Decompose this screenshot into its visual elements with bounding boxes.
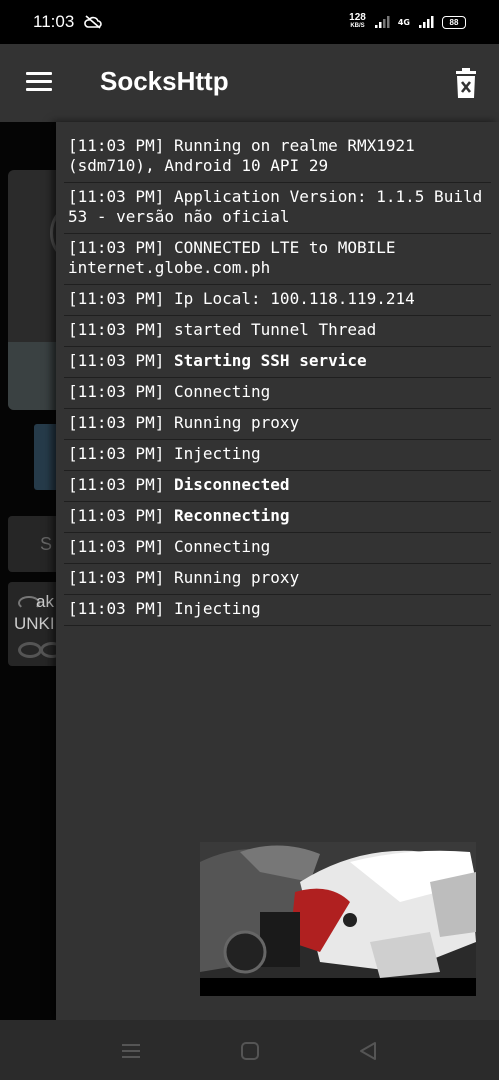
log-timestamp: [11:03 PM] (68, 568, 165, 587)
log-entry: [11:03 PM] Application Version: 1.1.5 Bu… (64, 183, 491, 234)
log-entry: [11:03 PM] Ip Local: 100.118.119.214 (64, 285, 491, 316)
recent-apps-icon[interactable] (120, 1040, 142, 1062)
background-text-2: UNKI (14, 614, 55, 633)
hamburger-menu-icon[interactable] (26, 72, 52, 92)
log-timestamp: [11:03 PM] (68, 238, 165, 257)
status-bar: 11:03 128 KB/S 4G 88 (0, 0, 499, 44)
log-timestamp: [11:03 PM] (68, 444, 165, 463)
log-timestamp: [11:03 PM] (68, 351, 165, 370)
status-time: 11:03 (33, 12, 75, 31)
network-speed: 128 KB/S (349, 12, 366, 30)
log-message: Connecting (173, 382, 271, 401)
log-message: Reconnecting (173, 506, 290, 525)
log-entry: [11:03 PM] Injecting (64, 595, 491, 626)
log-entry: [11:03 PM] CONNECTED LTE to MOBILE inter… (64, 234, 491, 285)
log-timestamp: [11:03 PM] (68, 382, 165, 401)
signal-2-icon (419, 16, 434, 28)
log-entry: [11:03 PM] started Tunnel Thread (64, 316, 491, 347)
log-message: Running proxy (173, 568, 300, 587)
log-timestamp: [11:03 PM] (68, 599, 165, 618)
log-message: started Tunnel Thread (173, 320, 377, 339)
background-text-1: ak (36, 592, 54, 611)
log-timestamp: [11:03 PM] (68, 136, 165, 155)
log-entry: [11:03 PM] Disconnected (64, 471, 491, 502)
network-type: 4G (397, 17, 410, 27)
log-timestamp: [11:03 PM] (68, 413, 165, 432)
log-entry: [11:03 PM] Running on realme RMX1921 (sd… (64, 132, 491, 183)
log-entry: [11:03 PM] Injecting (64, 440, 491, 471)
signal-1-icon (374, 16, 390, 28)
battery-level: 88 (449, 17, 459, 27)
app-title: SocksHttp (100, 66, 229, 96)
log-timestamp: [11:03 PM] (68, 506, 165, 525)
cloud-off-icon (84, 15, 103, 29)
log-message: Connecting (173, 537, 271, 556)
navigation-bar (0, 1020, 499, 1080)
log-timestamp: [11:03 PM] (68, 475, 165, 494)
log-timestamp: [11:03 PM] (68, 289, 165, 308)
log-timestamp: [11:03 PM] (68, 187, 165, 206)
log-entry: [11:03 PM] Running proxy (64, 409, 491, 440)
trash-icon[interactable] (452, 68, 480, 100)
log-timestamp: [11:03 PM] (68, 537, 165, 556)
log-timestamp: [11:03 PM] (68, 320, 165, 339)
video-thumbnail[interactable] (200, 842, 476, 996)
background-field-text: S (40, 534, 53, 554)
log-message: Starting SSH service (173, 351, 367, 370)
log-entry: [11:03 PM] Reconnecting (64, 502, 491, 533)
home-icon[interactable] (239, 1040, 261, 1062)
log-message: Injecting (173, 599, 261, 618)
log-entry: [11:03 PM] Running proxy (64, 564, 491, 595)
log-message: Disconnected (173, 475, 290, 494)
back-icon[interactable] (357, 1040, 379, 1062)
log-message: Injecting (173, 444, 261, 463)
app-bar: SocksHttp (0, 44, 499, 122)
battery-icon: 88 (442, 15, 466, 29)
log-message: Running proxy (173, 413, 300, 432)
background-glyph (18, 642, 42, 658)
log-entry: [11:03 PM] Connecting (64, 533, 491, 564)
log-entry: [11:03 PM] Connecting (64, 378, 491, 409)
log-list[interactable]: [11:03 PM] Running on realme RMX1921 (sd… (64, 132, 491, 626)
log-message: Ip Local: 100.118.119.214 (173, 289, 415, 308)
log-entry: [11:03 PM] Starting SSH service (64, 347, 491, 378)
